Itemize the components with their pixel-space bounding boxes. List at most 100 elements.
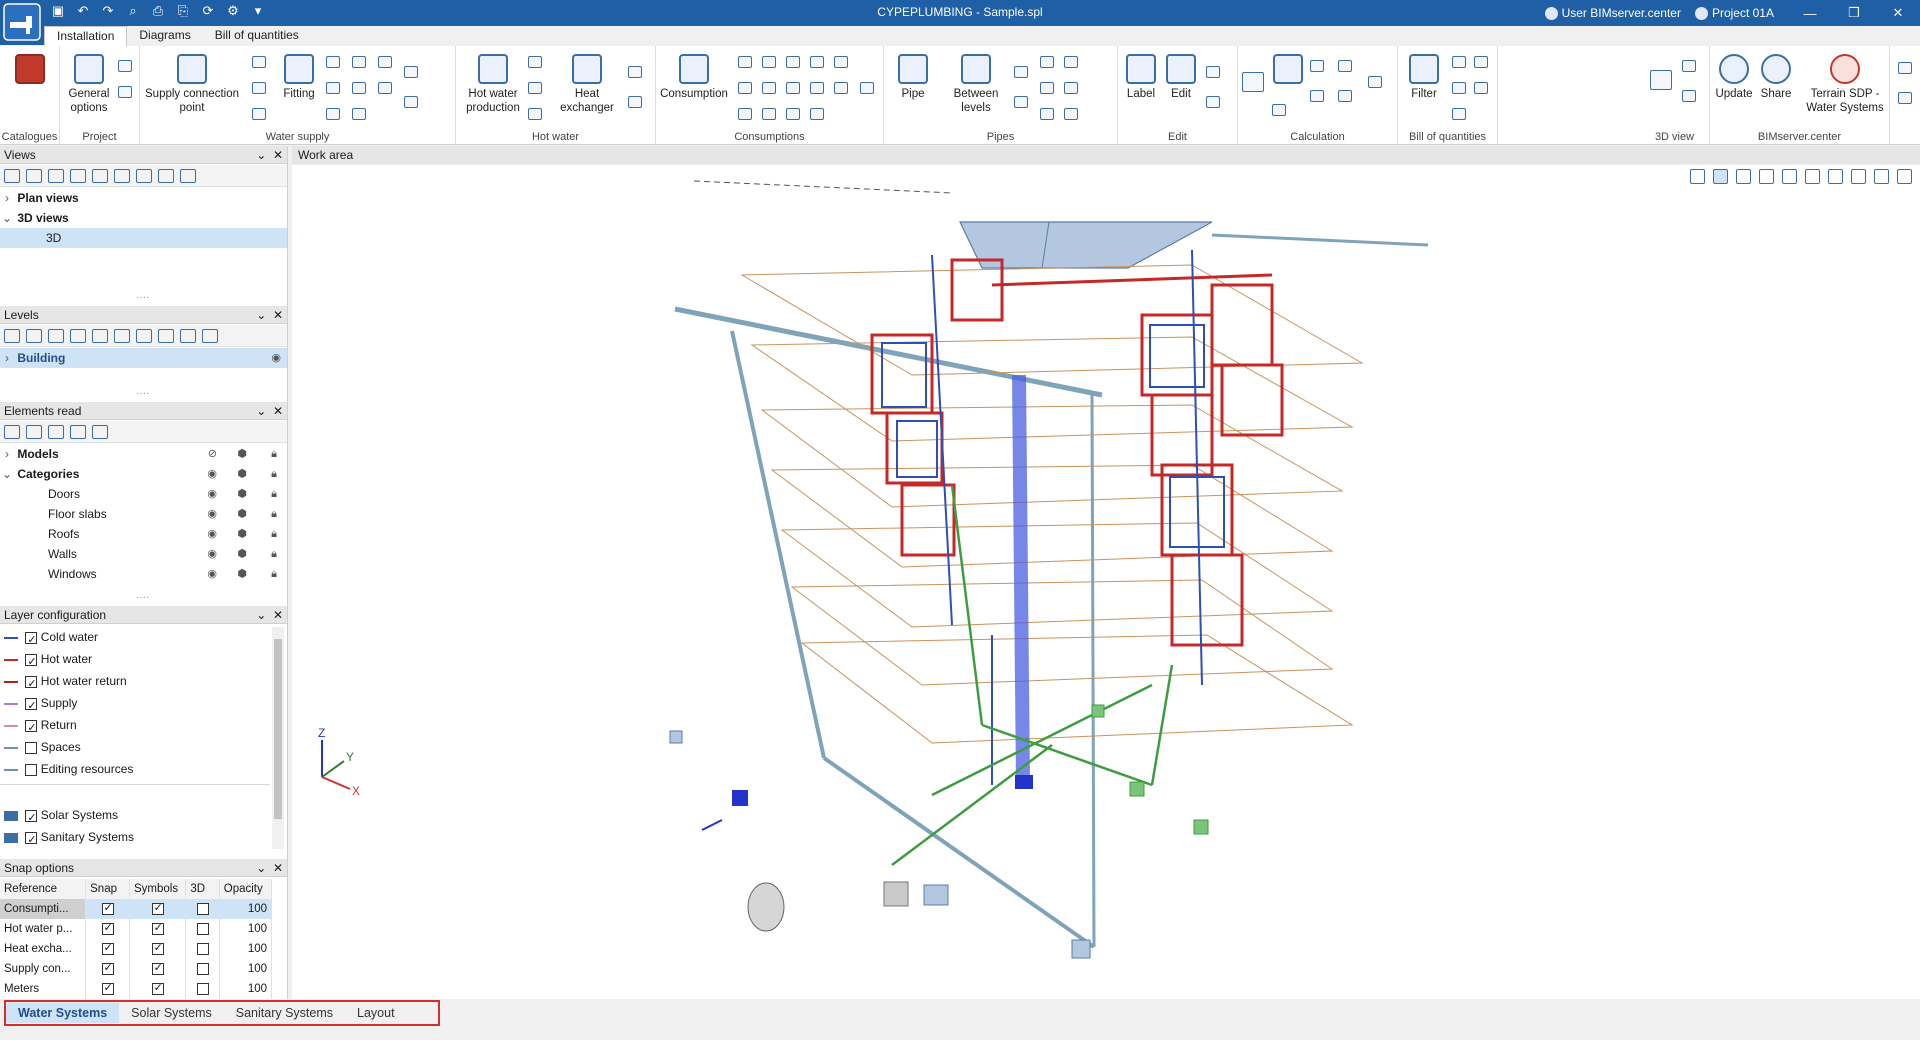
tree-item-models[interactable]: › Models ⊘ ⬢ 🔒︎ — [0, 444, 287, 464]
kitchen-sink-icon[interactable] — [738, 82, 752, 94]
symbols-cell[interactable] — [129, 919, 187, 939]
lock-icon[interactable]: 🔒︎ — [271, 544, 277, 564]
terrain-sdp-button[interactable]: Terrain SDP - Water Systems — [1802, 54, 1888, 115]
delete-hot-water-icon[interactable] — [628, 96, 642, 108]
general-options-button[interactable]: General options — [64, 54, 114, 115]
supply-connection-point-button[interactable]: Supply connection point — [144, 54, 240, 115]
layer-cold-water[interactable]: Cold water — [0, 627, 287, 650]
text-tool-icon[interactable] — [1206, 66, 1220, 78]
eye-icon[interactable]: ◉ — [207, 524, 217, 544]
3d-cell[interactable] — [185, 939, 220, 959]
tree-item-walls[interactable]: Walls ◉ ⬢ 🔒︎ — [0, 544, 287, 564]
edit-view-icon[interactable] — [26, 168, 42, 183]
import-icon[interactable] — [1898, 92, 1912, 104]
cube-view-icon[interactable] — [1650, 70, 1672, 90]
table-row[interactable]: Heat excha... 100 — [0, 939, 273, 959]
resize-grip[interactable]: ···· — [136, 388, 149, 399]
tree-item-plan-views[interactable]: › Plan views — [0, 188, 287, 208]
hose-icon[interactable] — [786, 108, 800, 120]
level-link-icon[interactable] — [202, 328, 218, 343]
tree-item-windows[interactable]: Windows ◉ ⬢ 🔒︎ — [0, 564, 287, 584]
copy-hot-water-icon[interactable] — [628, 66, 642, 78]
results-icon[interactable] — [1338, 60, 1352, 72]
pipe-down-icon[interactable] — [1014, 96, 1028, 108]
filter-button[interactable]: Filter — [1402, 54, 1446, 101]
lock-icon[interactable]: 🔒︎ — [271, 564, 277, 584]
eye-icon[interactable]: ◉ — [271, 348, 281, 368]
catalogues-button[interactable] — [12, 54, 48, 87]
layer-sanitary-systems[interactable]: Sanitary Systems — [0, 827, 287, 850]
3d-model-view[interactable]: Z X Y — [292, 165, 1920, 999]
lock-icon[interactable]: 🔒︎ — [271, 464, 277, 484]
hot-water-production-button[interactable]: Hot water production — [460, 54, 526, 115]
fountain-icon[interactable] — [738, 108, 752, 120]
layer-checkbox[interactable] — [25, 763, 38, 776]
errors-icon[interactable] — [1310, 90, 1324, 102]
eye-icon[interactable]: ◉ — [207, 484, 217, 504]
bathtub-icon[interactable] — [834, 56, 848, 68]
symbols-cell[interactable] — [129, 959, 187, 979]
move-down-icon[interactable] — [114, 328, 130, 343]
between-levels-button[interactable]: Between levels — [944, 54, 1008, 115]
urinal-icon[interactable] — [810, 82, 824, 94]
checkbox[interactable] — [101, 901, 114, 915]
checkbox[interactable] — [151, 961, 164, 975]
layer-spaces[interactable]: Spaces — [0, 737, 287, 757]
generic-consumption-icon[interactable] — [810, 108, 824, 120]
checkbox[interactable] — [151, 921, 164, 935]
tab-water-systems[interactable]: Water Systems — [6, 1003, 120, 1023]
new-view-icon[interactable] — [4, 168, 20, 183]
user-account[interactable]: User BIMserver.center — [1544, 6, 1681, 20]
snap-cell[interactable] — [85, 959, 130, 979]
layer-checkbox[interactable] — [25, 808, 38, 828]
hide-icon[interactable] — [1874, 169, 1889, 184]
tree-item-floor-slabs[interactable]: Floor slabs ◉ ⬢ 🔒︎ — [0, 504, 287, 524]
cube-icon[interactable]: ⬢ — [237, 524, 247, 544]
options-gear-icon[interactable] — [118, 60, 132, 72]
heat-exchanger-button[interactable]: Heat exchanger — [552, 54, 622, 115]
add-level-icon[interactable] — [4, 328, 20, 343]
calculate-button[interactable] — [1268, 54, 1308, 87]
view-3d-icon[interactable] — [1682, 90, 1696, 102]
fitting-button[interactable]: Fitting — [278, 54, 320, 101]
table-row[interactable]: Hot water p... 100 — [0, 919, 273, 939]
cube-icon[interactable]: ⬢ — [237, 464, 247, 484]
layer-checkbox[interactable] — [25, 718, 38, 738]
checkbox[interactable] — [196, 942, 209, 955]
filter-remove-icon[interactable] — [1474, 56, 1488, 68]
table-row[interactable]: Meters 100 — [0, 979, 273, 999]
section-box-icon[interactable] — [1782, 169, 1797, 184]
tree-item-doors[interactable]: Doors ◉ ⬢ 🔒︎ — [0, 484, 287, 504]
checkbox[interactable] — [101, 981, 114, 995]
eye-preview-icon[interactable] — [1242, 72, 1264, 92]
scrollbar-thumb[interactable] — [274, 639, 282, 819]
layer-checkbox[interactable] — [25, 630, 38, 650]
layer-supply[interactable]: Supply — [0, 693, 287, 716]
symbols-cell[interactable] — [129, 979, 187, 999]
orbit-icon[interactable] — [1759, 169, 1774, 184]
ball-valve-icon[interactable] — [352, 108, 366, 120]
panel-controls[interactable]: ⌄ ✕ — [256, 606, 283, 624]
tree-item-3d[interactable]: 3D — [0, 228, 287, 248]
heater-small-icon[interactable] — [528, 108, 542, 120]
checkbox[interactable] — [196, 982, 209, 995]
edit-level-icon[interactable] — [26, 328, 42, 343]
book-icon[interactable] — [158, 168, 174, 183]
cube-icon[interactable]: ⬢ — [237, 444, 247, 464]
gate-valve-icon[interactable] — [326, 108, 340, 120]
toilet-icon[interactable] — [762, 56, 776, 68]
washbasin-icon[interactable] — [738, 56, 752, 68]
tree-item-building[interactable]: › Building ◉ — [0, 348, 287, 368]
magic-wand-icon[interactable] — [1272, 104, 1286, 116]
layer-checkbox[interactable] — [25, 830, 38, 850]
tap-icon[interactable] — [834, 82, 848, 94]
level-info-icon[interactable] — [180, 328, 196, 343]
close-button[interactable]: ✕ — [1876, 5, 1920, 21]
level-pen-icon[interactable] — [48, 328, 64, 343]
panel-controls[interactable]: ⌄ ✕ — [256, 402, 283, 420]
eye-icon[interactable]: ◉ — [207, 504, 217, 524]
align-bottom-icon[interactable] — [1064, 56, 1078, 68]
3d-cell[interactable] — [185, 919, 220, 939]
opacity-cell[interactable]: 100 — [219, 979, 273, 999]
pipe-button[interactable]: Pipe — [890, 54, 936, 101]
